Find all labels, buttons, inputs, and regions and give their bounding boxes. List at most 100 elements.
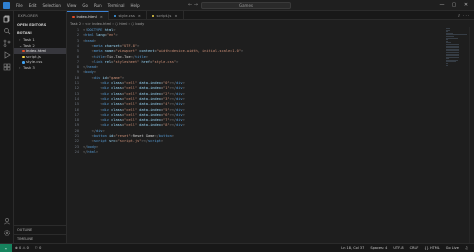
tab-actions[interactable]: ⫽ ··· bbox=[458, 11, 474, 19]
code-token: > bbox=[145, 54, 148, 59]
code-token: "stylesheet" bbox=[113, 59, 140, 64]
editor-scrollbar[interactable] bbox=[469, 27, 474, 243]
code-token: html bbox=[102, 28, 114, 32]
code-token: class bbox=[108, 81, 122, 85]
code-token: button bbox=[158, 134, 172, 138]
menu-item-file[interactable]: File bbox=[13, 0, 26, 11]
settings-gear-icon[interactable] bbox=[3, 229, 11, 237]
vscode-logo-icon bbox=[3, 2, 10, 9]
minimap[interactable] bbox=[446, 28, 468, 68]
remote-indicator[interactable]: ⌁ bbox=[0, 243, 12, 252]
js-file-icon bbox=[22, 55, 25, 59]
close-icon[interactable]: × bbox=[138, 13, 141, 18]
code-token: script bbox=[93, 139, 107, 144]
menu-item-go[interactable]: Go bbox=[79, 0, 91, 11]
code-token: > bbox=[182, 102, 185, 107]
code-token: "cell" bbox=[124, 91, 138, 96]
menu-item-edit[interactable]: Edit bbox=[26, 0, 40, 11]
code-token: "width=device-width, initial-scale=1.0" bbox=[156, 49, 241, 54]
source-control-icon[interactable] bbox=[3, 39, 11, 47]
status-right-item[interactable]: UTF-8 bbox=[390, 244, 406, 252]
code-token: data-index bbox=[137, 112, 161, 117]
status-left-item[interactable]: ⚐ 0 bbox=[32, 244, 44, 252]
command-center[interactable]: Games bbox=[201, 2, 291, 9]
title-bar: File Edit Selection View Go Run Terminal Help ←… bbox=[0, 0, 474, 11]
extensions-icon[interactable] bbox=[3, 63, 11, 71]
file-tree-label: Task 2 bbox=[23, 42, 35, 48]
status-bar: ⌁ ⊗ 0 ⚠ 0 ⚐ 0 Ln 18, Col 37 Spaces: 4 UTF-8… bbox=[0, 243, 474, 252]
menu-item-view[interactable]: View bbox=[64, 0, 80, 11]
line-number: 24 bbox=[74, 149, 79, 154]
code-token: class bbox=[108, 107, 122, 112]
close-button[interactable]: ✕ bbox=[460, 0, 472, 11]
file-tree-item[interactable]: › Task 3 bbox=[14, 65, 66, 71]
css-file-icon bbox=[22, 61, 25, 64]
code-token: name bbox=[102, 49, 114, 54]
status-right-item[interactable]: CRLF bbox=[407, 244, 422, 252]
project-folder[interactable]: BOTANI bbox=[14, 29, 66, 37]
code-token: charset bbox=[102, 43, 120, 48]
status-left-item[interactable]: ⊗ 0 ⚠ 0 bbox=[12, 244, 32, 252]
minimize-button[interactable]: — bbox=[436, 0, 448, 11]
status-right-item[interactable]: {} HTML bbox=[421, 244, 442, 252]
code-token: Tic-Tac-Toe bbox=[106, 54, 131, 59]
menu-item-terminal[interactable]: Terminal bbox=[105, 0, 128, 11]
code-token: html bbox=[85, 33, 94, 38]
code-token: class bbox=[108, 112, 122, 117]
close-icon[interactable]: × bbox=[174, 13, 177, 18]
code-token: "cell" bbox=[124, 96, 138, 101]
code-token: > bbox=[102, 128, 105, 133]
code-token: data-index bbox=[137, 96, 161, 101]
file-tree-label: script.js bbox=[26, 53, 41, 59]
file-tree-label: index.html bbox=[26, 48, 47, 54]
tab-label: style.css bbox=[118, 13, 135, 18]
search-icon[interactable] bbox=[3, 27, 11, 35]
code-token: > bbox=[137, 43, 140, 48]
status-right-item[interactable]: ♫ bbox=[462, 244, 471, 252]
code-token: > bbox=[182, 81, 185, 85]
file-tree: › Task 1 ⌄Task 2 index.html script.js style.c… bbox=[14, 37, 66, 71]
code-editor[interactable]: 1 <!DOCTYPE html> 2 <html lang="en"> 3 <head>… bbox=[67, 27, 474, 243]
code-token: "cell" bbox=[124, 123, 138, 128]
tab-index-html[interactable]: index.html × bbox=[67, 11, 109, 20]
open-editors-section[interactable]: OPEN EDITORS bbox=[14, 21, 66, 29]
menu-item-selection[interactable]: Selection bbox=[39, 0, 63, 11]
files-icon[interactable] bbox=[3, 15, 11, 23]
maximize-button[interactable]: ▢ bbox=[448, 0, 460, 11]
run-debug-icon[interactable] bbox=[3, 51, 11, 59]
html-file-icon bbox=[72, 15, 75, 19]
tab-style-css[interactable]: style.css × bbox=[109, 11, 147, 20]
code-token: data-index bbox=[137, 118, 161, 123]
code-token: > bbox=[160, 139, 164, 144]
code-token: > bbox=[95, 144, 99, 149]
code-token: class bbox=[108, 96, 122, 101]
close-icon[interactable]: × bbox=[100, 14, 103, 19]
status-right-item[interactable]: Go Live bbox=[443, 244, 462, 252]
editor-tabs: index.html × style.css × script.js × ⫽ ··· bbox=[67, 11, 474, 20]
code-token: rel bbox=[102, 59, 112, 64]
code-token: > bbox=[93, 38, 96, 43]
code-token: head bbox=[87, 65, 96, 70]
status-right: Ln 18, Col 37 Spaces: 4 UTF-8 CRLF{} HTML Go… bbox=[338, 244, 474, 252]
code-token: lang bbox=[93, 33, 105, 38]
code-token: data-index bbox=[137, 102, 161, 107]
menu-item-run[interactable]: Run bbox=[91, 0, 105, 11]
code-token: > bbox=[182, 118, 185, 123]
code-token: data-index bbox=[137, 91, 161, 96]
code-token: content bbox=[137, 49, 155, 54]
status-right-item[interactable]: Ln 18, Col 37 bbox=[338, 244, 367, 252]
timeline-section[interactable]: TIMELINE bbox=[14, 234, 66, 243]
code-token: > bbox=[121, 75, 125, 80]
nav-arrows[interactable]: ← → bbox=[188, 0, 198, 11]
outline-section[interactable]: OUTLINE bbox=[14, 225, 66, 234]
account-icon[interactable] bbox=[3, 217, 11, 225]
status-right-item[interactable]: Spaces: 4 bbox=[367, 244, 390, 252]
tab-label: script.js bbox=[156, 13, 172, 18]
code-token: "cell" bbox=[124, 81, 138, 85]
vscode-window: File Edit Selection View Go Run Terminal Help ←… bbox=[0, 0, 474, 252]
menu-item-help[interactable]: Help bbox=[128, 0, 143, 11]
tab-script-js[interactable]: script.js × bbox=[147, 11, 184, 20]
